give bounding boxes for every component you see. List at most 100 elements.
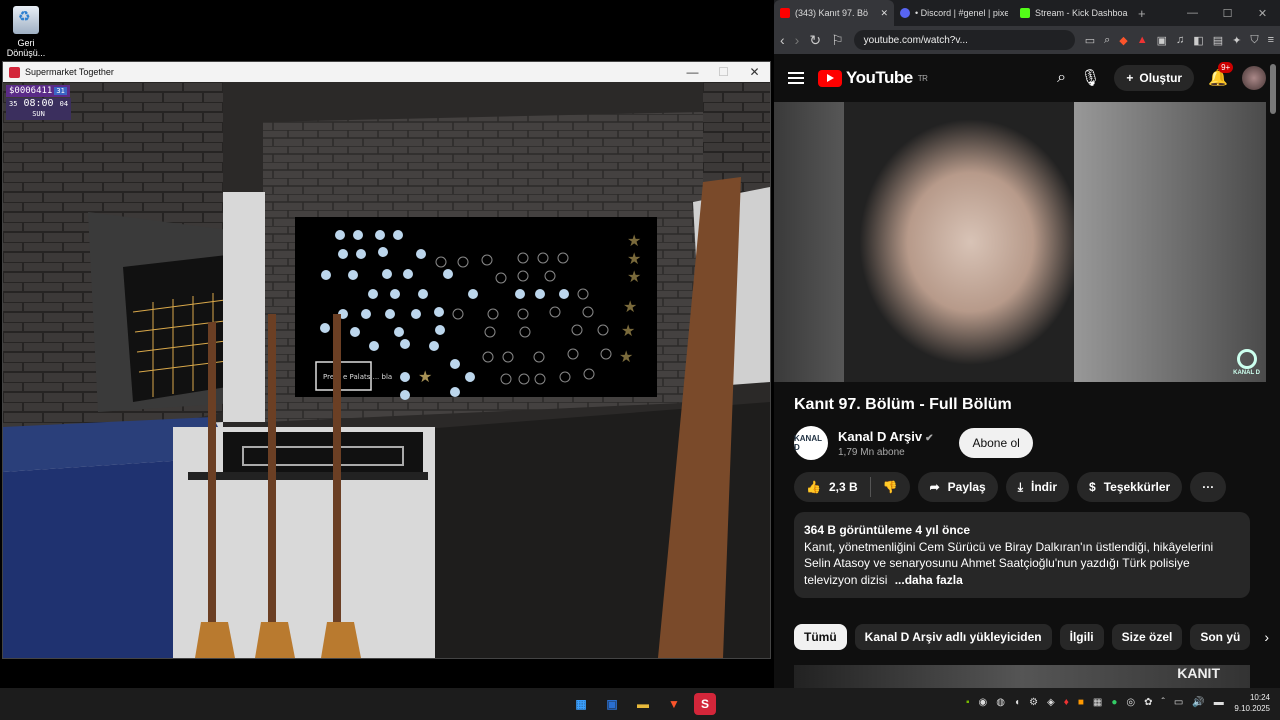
tray-app-icon[interactable]: ◖ bbox=[1014, 697, 1020, 708]
supermarket-together-icon[interactable]: S bbox=[694, 693, 716, 715]
obs-icon[interactable]: ◉ bbox=[979, 697, 988, 708]
new-tab-button[interactable]: + bbox=[1138, 6, 1146, 21]
notifications-button[interactable]: 🔔 9+ bbox=[1208, 62, 1234, 88]
battery-icon[interactable]: ▬ bbox=[1214, 697, 1224, 708]
photos-icon[interactable]: ▣ bbox=[601, 693, 623, 715]
browser-window[interactable]: (343) Kanıt 97. Bö ✕ • Discord | #genel … bbox=[774, 0, 1280, 688]
forward-icon[interactable]: › bbox=[795, 32, 800, 48]
cast-icon[interactable]: ▭ bbox=[1085, 34, 1095, 47]
subscribe-button[interactable]: Abone ol bbox=[959, 428, 1033, 458]
microphone-icon[interactable]: 🎙 bbox=[1080, 68, 1100, 88]
region-code: TR bbox=[917, 73, 928, 83]
create-button[interactable]: + Oluştur bbox=[1114, 65, 1195, 91]
channel-watermark: KANAL D bbox=[1233, 349, 1260, 376]
network-icon[interactable]: ▭ bbox=[1174, 697, 1183, 708]
tab-close-icon[interactable]: ✕ bbox=[880, 8, 888, 19]
plus-icon: + bbox=[1126, 71, 1134, 85]
maximize-button[interactable]: ☐ bbox=[708, 65, 739, 79]
tab-discord[interactable]: • Discord | #genel | pixe bbox=[894, 0, 1014, 26]
account-avatar[interactable] bbox=[1242, 66, 1266, 90]
back-icon[interactable]: ‹ bbox=[780, 32, 785, 48]
tray-orange-icon[interactable]: ■ bbox=[1078, 697, 1084, 708]
chip-all[interactable]: Tümü bbox=[794, 624, 847, 650]
clock-display: 35 08:00 04 SUN bbox=[6, 98, 72, 120]
steam-icon[interactable]: ◍ bbox=[996, 697, 1005, 708]
menu-hamburger-icon[interactable] bbox=[788, 72, 804, 84]
zoom-icon[interactable]: ⌕ bbox=[1104, 34, 1110, 47]
reload-icon[interactable]: ↻ bbox=[809, 32, 821, 49]
browser-minimize-button[interactable]: — bbox=[1175, 7, 1210, 20]
sidebar-icon[interactable]: ▣ bbox=[1157, 34, 1167, 47]
recycle-bin-shortcut[interactable]: Geri Dönüşü... bbox=[4, 4, 48, 58]
youtube-header: YouTube TR ⌕ 🎙 + Oluştur 🔔 9+ bbox=[774, 54, 1280, 102]
tray-app2-icon[interactable]: ◎ bbox=[1126, 697, 1135, 708]
like-button[interactable]: 👍 2,3 B bbox=[794, 480, 870, 494]
chevron-right-icon[interactable]: › bbox=[1264, 629, 1269, 645]
split-icon[interactable]: ◧ bbox=[1193, 34, 1203, 47]
brave-browser-icon[interactable]: ▼ bbox=[663, 693, 685, 715]
channel-row: KANAL D Kanal D Arşiv ✔ 1,79 Mn abone Abo… bbox=[794, 426, 1254, 460]
recommended-video-thumbnail[interactable]: KANIT bbox=[794, 665, 1250, 688]
show-more-link[interactable]: ...daha fazla bbox=[895, 573, 963, 587]
discord-tray-icon[interactable]: ◈ bbox=[1047, 697, 1055, 708]
video-player[interactable]: KANAL D bbox=[774, 102, 1266, 382]
start-windows-icon[interactable]: ▦ bbox=[570, 693, 592, 715]
download-button[interactable]: ⤓ İndir bbox=[1005, 472, 1070, 502]
tab-youtube[interactable]: (343) Kanıt 97. Bö ✕ bbox=[774, 0, 894, 26]
download-icon: ⤓ bbox=[1017, 479, 1024, 494]
tray-app3-icon[interactable]: ✿ bbox=[1144, 697, 1152, 708]
share-button[interactable]: ➦ Paylaş bbox=[917, 472, 998, 502]
chip-related[interactable]: İlgili bbox=[1059, 624, 1104, 650]
settings-gear-icon[interactable]: ⚙ bbox=[1029, 697, 1038, 708]
music-icon[interactable]: ♫ bbox=[1176, 34, 1184, 47]
minimize-button[interactable]: — bbox=[677, 65, 708, 79]
tray-green-icon[interactable]: ● bbox=[1111, 697, 1117, 708]
youtube-logo[interactable]: YouTube TR bbox=[818, 68, 928, 88]
tab-label: • Discord | #genel | pixe bbox=[915, 8, 1008, 18]
tray-cpu-icon[interactable]: ▦ bbox=[1093, 697, 1102, 708]
description-box[interactable]: 364 B görüntüleme 4 yıl önce Kanıt, yöne… bbox=[794, 512, 1250, 598]
volume-icon[interactable]: 🔊 bbox=[1192, 697, 1204, 708]
brave-shield-icon[interactable]: ◆ bbox=[1119, 34, 1127, 47]
scrollbar[interactable] bbox=[1270, 64, 1276, 114]
chip-for-you[interactable]: Size özel bbox=[1111, 624, 1183, 650]
search-icon[interactable]: ⌕ bbox=[1057, 69, 1066, 87]
rewards-icon[interactable]: ▲ bbox=[1137, 34, 1148, 47]
video-meta: Kanıt 97. Bölüm - Full Bölüm KANAL D Kan… bbox=[794, 396, 1254, 598]
dislike-button[interactable]: 👎 bbox=[871, 480, 910, 494]
more-actions-button[interactable]: ··· bbox=[1190, 472, 1227, 502]
nvidia-icon[interactable]: ▪ bbox=[966, 697, 970, 708]
leo-icon[interactable]: ✦ bbox=[1232, 34, 1241, 47]
chip-recent[interactable]: Son yü bbox=[1190, 624, 1251, 650]
channel-avatar[interactable]: KANAL D bbox=[794, 426, 828, 460]
close-button[interactable]: ✕ bbox=[739, 65, 770, 79]
file-explorer-icon[interactable]: ▬ bbox=[632, 693, 654, 715]
day-number: 35 bbox=[9, 100, 18, 108]
menu-icon[interactable]: ≡ bbox=[1268, 34, 1274, 47]
clock-date: 9.10.2025 bbox=[1234, 704, 1270, 713]
wallet-icon[interactable]: ▤ bbox=[1213, 34, 1223, 47]
download-label: İndir bbox=[1031, 480, 1058, 494]
channel-name-row[interactable]: Kanal D Arşiv ✔ bbox=[838, 429, 933, 444]
game-titlebar[interactable]: Supermarket Together — ☐ ✕ bbox=[3, 62, 770, 82]
bookmark-icon[interactable]: ⚐ bbox=[831, 32, 844, 49]
description-text: Kanıt, yönetmenliğini Cem Sürücü ve Bira… bbox=[804, 539, 1214, 587]
svg-text:★: ★ bbox=[418, 367, 432, 386]
game-viewport[interactable]: ★ ★ ★ ★ ★ ★ ★ Pre... e Palats ... bla $0… bbox=[3, 82, 770, 658]
system-clock[interactable]: 10:24 9.10.2025 bbox=[1234, 692, 1270, 714]
logo-text: YouTube bbox=[846, 68, 913, 87]
browser-maximize-button[interactable]: ☐ bbox=[1210, 7, 1245, 20]
tab-label: Stream - Kick Dashboard bbox=[1035, 8, 1128, 18]
thanks-button[interactable]: $ Teşekkürler bbox=[1077, 472, 1183, 502]
mic-tray-icon[interactable]: ♦ bbox=[1064, 697, 1069, 708]
youtube-play-icon bbox=[818, 69, 842, 87]
tray-expand-icon[interactable]: ˆ bbox=[1162, 697, 1165, 708]
browser-close-button[interactable]: ✕ bbox=[1245, 7, 1280, 20]
youtube-favicon-icon bbox=[780, 8, 790, 18]
tab-kick[interactable]: Stream - Kick Dashboard bbox=[1014, 0, 1134, 26]
url-field[interactable]: youtube.com/watch?v... bbox=[853, 30, 1075, 50]
kick-favicon-icon bbox=[1020, 8, 1030, 18]
chip-uploader[interactable]: Kanal D Arşiv adlı yükleyiciden bbox=[854, 624, 1052, 650]
game-window[interactable]: Supermarket Together — ☐ ✕ ★ ★ ★ ★ ★ ★ ★… bbox=[2, 61, 771, 659]
vpn-icon[interactable]: ⛉ bbox=[1250, 34, 1258, 47]
